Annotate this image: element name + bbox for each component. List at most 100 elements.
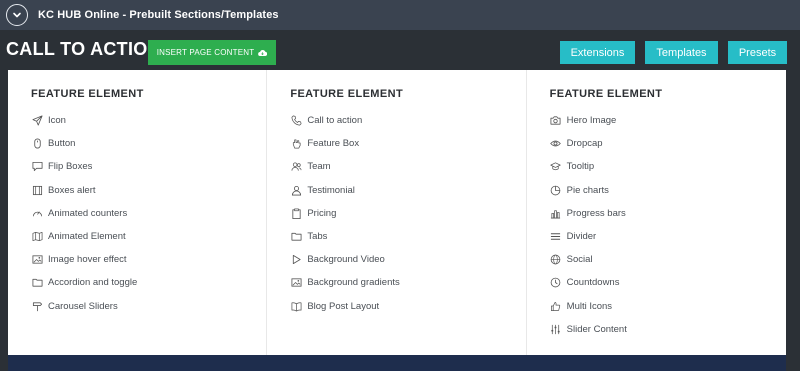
element-item-countdowns[interactable]: Countdowns bbox=[550, 271, 786, 294]
feature-column-3: FEATURE ELEMENT Hero Image Dropcap Toolt… bbox=[527, 70, 786, 355]
element-item-boxes-alert[interactable]: Boxes alert bbox=[31, 179, 266, 202]
folder-icon bbox=[31, 277, 43, 289]
element-item-label: Testimonial bbox=[307, 184, 355, 196]
section-header: CALL TO ACTION INSERT PAGE CONTENT Exten… bbox=[0, 30, 800, 70]
element-item-label: Animated counters bbox=[48, 207, 128, 219]
element-item-label: Background gradients bbox=[307, 277, 400, 289]
image-icon bbox=[31, 254, 43, 266]
element-item-blog-post-layout[interactable]: Blog Post Layout bbox=[290, 295, 525, 318]
element-item-background-video[interactable]: Background Video bbox=[290, 248, 525, 271]
element-item-label: Pricing bbox=[307, 207, 337, 219]
element-item-icon[interactable]: Icon bbox=[31, 109, 266, 132]
column-heading: FEATURE ELEMENT bbox=[549, 88, 663, 100]
clipboard-icon bbox=[290, 207, 302, 219]
signpost-icon bbox=[31, 300, 43, 312]
element-item-animated-element[interactable]: Animated Element bbox=[31, 225, 266, 248]
camera-icon bbox=[550, 115, 562, 127]
element-item-call-to-action[interactable]: Call to action bbox=[290, 109, 525, 132]
element-item-label: Progress bars bbox=[566, 207, 626, 219]
phone-icon bbox=[290, 115, 302, 127]
element-item-accordion-and-toggle[interactable]: Accordion and toggle bbox=[31, 271, 266, 294]
element-item-label: Image hover effect bbox=[48, 254, 127, 266]
send-icon bbox=[31, 115, 43, 127]
tab-templates[interactable]: Templates bbox=[645, 41, 718, 64]
hand-icon bbox=[290, 138, 302, 150]
chevron-down-icon bbox=[13, 12, 21, 18]
element-item-hero-image[interactable]: Hero Image bbox=[550, 109, 786, 132]
element-item-label: Feature Box bbox=[307, 138, 360, 150]
book-icon bbox=[290, 300, 302, 312]
element-item-feature-box[interactable]: Feature Box bbox=[290, 132, 525, 155]
element-item-label: Accordion and toggle bbox=[48, 277, 138, 289]
element-item-testimonial[interactable]: Testimonial bbox=[290, 179, 525, 202]
element-item-label: Flip Boxes bbox=[48, 161, 93, 173]
globe-icon bbox=[550, 254, 562, 266]
element-item-image-hover-effect[interactable]: Image hover effect bbox=[31, 248, 266, 271]
element-item-label: Background Video bbox=[307, 254, 385, 266]
element-item-button[interactable]: Button bbox=[31, 132, 266, 155]
mouse-icon bbox=[31, 138, 43, 150]
menu-icon bbox=[550, 231, 562, 243]
map-icon bbox=[31, 231, 43, 243]
element-item-label: Animated Element bbox=[48, 231, 126, 243]
elements-panel: FEATURE ELEMENT Icon Button Flip Boxes B… bbox=[8, 70, 786, 355]
folder-icon bbox=[290, 231, 302, 243]
tab-presets[interactable]: Presets bbox=[728, 41, 787, 64]
play-icon bbox=[290, 254, 302, 266]
cloud-download-icon bbox=[258, 49, 268, 56]
image-icon bbox=[290, 277, 302, 289]
feature-column-1: FEATURE ELEMENT Icon Button Flip Boxes B… bbox=[8, 70, 268, 355]
user-icon bbox=[290, 184, 302, 196]
element-item-label: Blog Post Layout bbox=[307, 300, 380, 312]
pie-chart-icon bbox=[550, 184, 562, 196]
element-item-label: Slider Content bbox=[566, 323, 627, 335]
element-item-tabs[interactable]: Tabs bbox=[290, 225, 525, 248]
feature-column-2: FEATURE ELEMENT Call to action Feature B… bbox=[267, 70, 527, 355]
element-item-background-gradients[interactable]: Background gradients bbox=[290, 271, 525, 294]
element-item-label: Call to action bbox=[307, 115, 363, 127]
element-item-divider[interactable]: Divider bbox=[550, 225, 786, 248]
element-item-label: Hero Image bbox=[566, 115, 617, 127]
element-item-label: Countdowns bbox=[566, 277, 620, 289]
bar-chart-icon bbox=[550, 207, 562, 219]
insert-button-label: INSERT PAGE CONTENT bbox=[156, 48, 255, 57]
element-item-flip-boxes[interactable]: Flip Boxes bbox=[31, 155, 266, 178]
element-item-label: Multi Icons bbox=[566, 300, 613, 312]
footer-strip bbox=[8, 355, 786, 371]
element-item-social[interactable]: Social bbox=[550, 248, 786, 271]
element-item-label: Pie charts bbox=[566, 184, 609, 196]
eye-icon bbox=[550, 138, 562, 150]
element-item-label: Boxes alert bbox=[48, 184, 96, 196]
element-item-pie-charts[interactable]: Pie charts bbox=[550, 179, 786, 202]
collapse-toggle-button[interactable] bbox=[6, 4, 28, 26]
element-item-dropcap[interactable]: Dropcap bbox=[550, 132, 786, 155]
window-title: KC HUB Online - Prebuilt Sections/Templa… bbox=[38, 9, 279, 21]
element-item-tooltip[interactable]: Tooltip bbox=[550, 155, 786, 178]
column-heading: FEATURE ELEMENT bbox=[31, 88, 144, 100]
element-item-label: Button bbox=[48, 138, 76, 150]
element-item-carousel-sliders[interactable]: Carousel Sliders bbox=[31, 295, 266, 318]
tab-extensions[interactable]: Extensions bbox=[560, 41, 635, 64]
clock-icon bbox=[550, 277, 562, 289]
box-icon bbox=[31, 184, 43, 196]
element-item-label: Social bbox=[566, 254, 593, 266]
element-item-label: Carousel Sliders bbox=[48, 300, 118, 312]
element-item-label: Divider bbox=[566, 231, 597, 243]
element-item-progress-bars[interactable]: Progress bars bbox=[550, 202, 786, 225]
thumbs-up-icon bbox=[550, 300, 562, 312]
element-item-label: Tabs bbox=[307, 231, 328, 243]
element-item-label: Tooltip bbox=[566, 161, 595, 173]
sliders-icon bbox=[550, 323, 562, 335]
column-heading: FEATURE ELEMENT bbox=[290, 88, 404, 100]
gauge-icon bbox=[31, 207, 43, 219]
element-item-label: Team bbox=[307, 161, 331, 173]
insert-page-content-button[interactable]: INSERT PAGE CONTENT bbox=[148, 40, 276, 65]
window-titlebar: KC HUB Online - Prebuilt Sections/Templa… bbox=[0, 0, 800, 30]
element-item-animated-counters[interactable]: Animated counters bbox=[31, 202, 266, 225]
element-item-multi-icons[interactable]: Multi Icons bbox=[550, 295, 786, 318]
element-item-slider-content[interactable]: Slider Content bbox=[550, 318, 786, 341]
users-icon bbox=[290, 161, 302, 173]
page-title: CALL TO ACTION bbox=[6, 39, 161, 59]
element-item-pricing[interactable]: Pricing bbox=[290, 202, 525, 225]
element-item-team[interactable]: Team bbox=[290, 155, 525, 178]
